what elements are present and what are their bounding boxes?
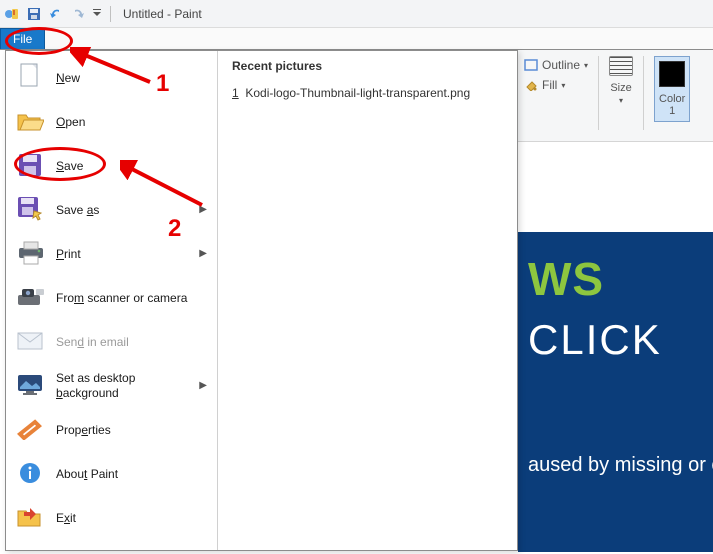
file-save-as[interactable]: Save as ▶: [6, 187, 217, 231]
file-new-label: New: [56, 70, 80, 85]
qat-redo-icon[interactable]: [70, 6, 86, 22]
qat-undo-icon[interactable]: [48, 6, 64, 22]
window-title: Untitled - Paint: [123, 7, 202, 21]
recent-pictures-panel: Recent pictures 1 Kodi-logo-Thumbnail-li…: [218, 51, 517, 550]
size-label: Size: [610, 82, 631, 94]
open-icon: [16, 107, 44, 135]
file-set-background[interactable]: Set as desktop background ▶: [6, 363, 217, 407]
file-new[interactable]: New: [6, 55, 217, 99]
file-send-email-label: Send in email: [56, 334, 129, 349]
scanner-icon: [16, 283, 44, 311]
file-from-scanner-label: From scanner or camera: [56, 290, 187, 305]
file-from-scanner[interactable]: From scanner or camera: [6, 275, 217, 319]
ribbon-divider: [643, 56, 644, 130]
fill-label: Fill: [542, 78, 557, 92]
properties-icon: [16, 415, 44, 443]
file-save[interactable]: Save: [6, 143, 217, 187]
file-save-as-label: Save as: [56, 202, 99, 217]
recent-pictures-header: Recent pictures: [232, 59, 503, 73]
qat-save-icon[interactable]: [26, 6, 42, 22]
submenu-arrow-icon: ▶: [199, 204, 207, 215]
save-icon: [16, 151, 44, 179]
new-icon: [16, 63, 44, 91]
file-send-email: Send in email: [6, 319, 217, 363]
file-menu-list: New Open Save Save as ▶ Print ▶ From sca…: [6, 51, 218, 550]
file-print[interactable]: Print ▶: [6, 231, 217, 275]
ribbon-divider: [598, 56, 599, 130]
email-icon: [16, 327, 44, 355]
file-exit[interactable]: Exit: [6, 495, 217, 539]
canvas-area: WS CLICK aused by missing or c: [518, 142, 713, 554]
fill-dropdown[interactable]: Fill ▾: [524, 76, 565, 94]
ad-banner: WS CLICK aused by missing or c: [518, 232, 713, 552]
ad-text-2: CLICK: [528, 316, 703, 364]
size-dropdown[interactable]: Size ▾: [609, 56, 633, 105]
file-print-label: Print: [56, 246, 81, 261]
color1-label: Color 1: [659, 93, 685, 117]
submenu-arrow-icon: ▶: [199, 380, 207, 391]
tab-strip: File: [0, 28, 713, 50]
file-menu: New Open Save Save as ▶ Print ▶ From sca…: [5, 50, 518, 551]
file-save-label: Save: [56, 158, 83, 173]
file-open[interactable]: Open: [6, 99, 217, 143]
print-icon: [16, 239, 44, 267]
about-icon: [16, 459, 44, 487]
color1-swatch[interactable]: Color 1: [654, 56, 690, 122]
app-icon: [4, 6, 20, 22]
exit-icon: [16, 503, 44, 531]
file-exit-label: Exit: [56, 510, 76, 525]
save-as-icon: [16, 195, 44, 223]
qat-customize-icon[interactable]: [92, 6, 102, 22]
outline-label: Outline: [542, 58, 580, 72]
ribbon-shape-options: Outline ▾ Fill ▾: [524, 56, 588, 94]
submenu-arrow-icon: ▶: [199, 248, 207, 259]
file-about-label: About Paint: [56, 466, 118, 481]
file-set-background-label: Set as desktop background: [56, 370, 187, 400]
ad-text-3: aused by missing or c: [528, 454, 703, 477]
file-about[interactable]: About Paint: [6, 451, 217, 495]
file-properties[interactable]: Properties: [6, 407, 217, 451]
desktop-bg-icon: [16, 371, 44, 399]
file-properties-label: Properties: [56, 422, 111, 437]
tab-file[interactable]: File: [0, 28, 45, 49]
recent-picture-item[interactable]: 1 Kodi-logo-Thumbnail-light-transparent.…: [232, 83, 503, 103]
ad-text-1: WS: [528, 252, 703, 306]
separator: [110, 6, 111, 22]
ribbon-fragment: Outline ▾ Fill ▾ Size ▾ Color 1: [518, 50, 713, 142]
outline-dropdown[interactable]: Outline ▾: [524, 56, 588, 74]
file-open-label: Open: [56, 114, 85, 129]
title-bar: Untitled - Paint: [0, 0, 713, 28]
